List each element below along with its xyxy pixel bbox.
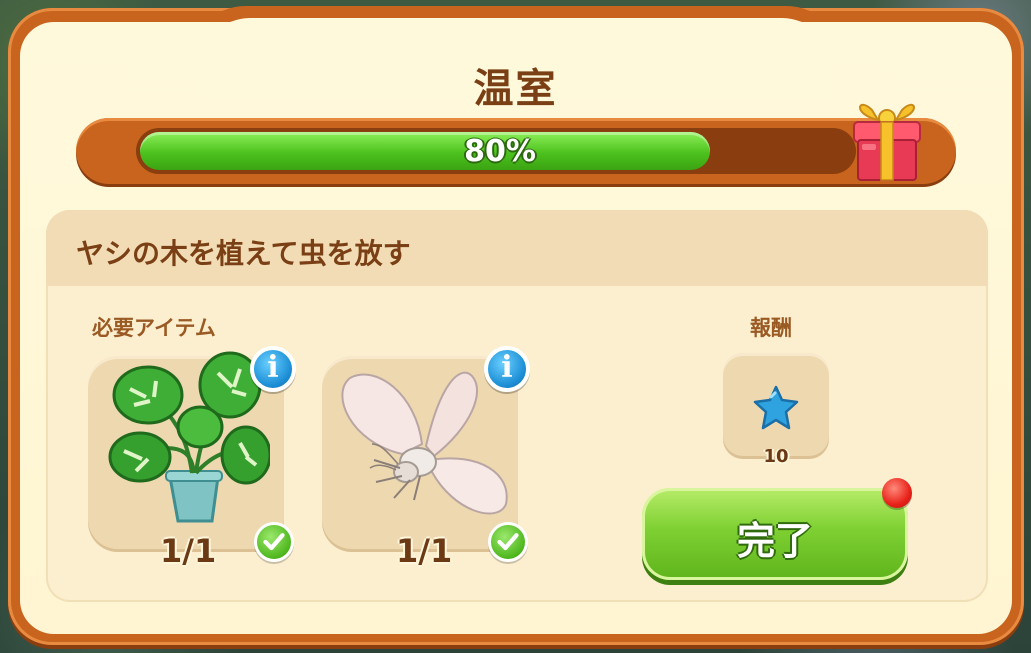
complete-button[interactable]: 完了 (642, 488, 908, 580)
white-moth-icon (341, 371, 508, 515)
progress-percent-label: 80% (464, 134, 536, 169)
item-count-moth: 1/1 (396, 532, 453, 570)
blue-star-icon (753, 385, 799, 430)
complete-button-label: 完了 (736, 519, 813, 563)
reward-count: 10 (763, 446, 789, 467)
item-count-plant: 1/1 (160, 532, 217, 570)
check-icon (254, 522, 294, 562)
gift-box-icon[interactable] (848, 92, 926, 184)
item-info-button-moth[interactable]: i (484, 346, 530, 392)
task-title: ヤシの木を植えて虫を放す (76, 237, 411, 270)
check-icon (488, 522, 528, 562)
item-info-button-plant[interactable]: i (250, 346, 296, 392)
notification-dot-icon (882, 478, 912, 508)
reward-label: 報酬 (750, 316, 792, 340)
required-items-label: 必要アイテム (92, 316, 216, 340)
monstera-plant-icon (108, 351, 270, 523)
